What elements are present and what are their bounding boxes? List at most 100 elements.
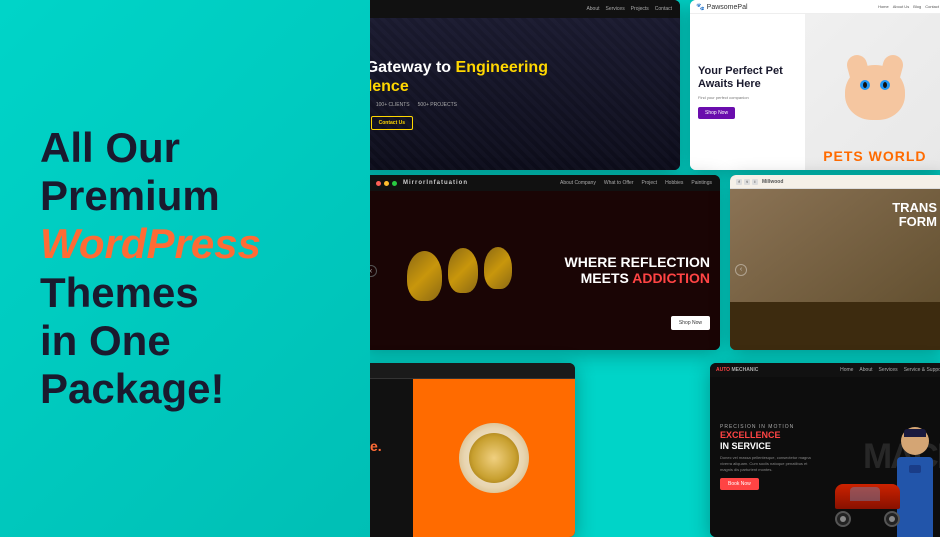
car-wheel-rear [884,511,900,527]
mirror-nav-1: About Company [560,180,596,186]
main-headline: All Our Premium WordPress Themes in One … [40,124,330,414]
mirror-highlight: ADDICTION [632,271,710,287]
dot-green [392,181,397,186]
cat-face [845,65,905,120]
car-body [835,484,900,509]
interior-headline: TRANS FORM [892,201,937,230]
mirror-nav-5: Paintings [691,180,712,186]
car-wheels [835,511,900,527]
headline-wordpress: WordPress [40,220,261,267]
food-plate [459,423,529,493]
headline-line1: All Our Premium [40,124,220,219]
recipe-title: Taste the Magic in Every Bite, Every Tim… [370,421,401,455]
car-windshield [850,487,880,501]
pets-nav-links: Home About Us Blog Contact [878,4,939,9]
mirror-images [370,191,558,350]
pets-right-image: PETS WORLD [805,14,940,170]
left-panel: All Our Premium WordPress Themes in One … [0,0,370,537]
recipe-lets: LET'S [370,409,401,415]
engineering-highlight: EngineeringExcellence [370,59,548,95]
eng-stat-2: 100+ CLIENTS [376,102,410,108]
mirror-card[interactable]: MirrorInfatuation About Company What to … [370,175,720,350]
auto-title-line2: IN SERVICE [720,441,771,451]
right-panel: DigiBell About Services Projects Contact… [370,0,940,537]
eng-nav-1: About [586,6,599,12]
auto-left-content: PRECISION IN MOTION EXCELLENCE IN SERVIC… [710,377,830,537]
engineering-buttons: View More Contact Us [370,116,664,130]
auto-right-content: MACH [830,377,940,537]
mirror-title-line2: MEETS ADDICTION [581,271,710,287]
recipe-card[interactable]: RECIPE Home Register Now Main Highlights… [370,363,575,537]
mirror-nav-3: Project [642,180,658,186]
pets-world-text: PETS WORLD [805,148,940,164]
engineering-card[interactable]: DigiBell About Services Projects Contact… [370,0,680,170]
auto-description: Donec vel massa pellentesque, consectetu… [720,455,820,472]
mirror-shape-3 [484,247,512,289]
auto-card[interactable]: AUTO MECHANIC Home About Services Servic… [710,363,940,537]
mirror-logo: MirrorInfatuation [403,180,468,186]
mirror-nav-2: What to Offer [604,180,634,186]
pets-nav-3: Blog [913,4,921,9]
engineering-stats: AWARD WINNING 100+ CLIENTS 500+ PROJECTS [370,102,664,108]
social-twitter[interactable]: t [744,179,750,185]
auto-book-btn[interactable]: Book Now [720,478,759,490]
car-shape [835,484,900,527]
social-facebook[interactable]: f [736,179,742,185]
mirror-headline: WHERE REFLECTION MEETS ADDICTION [565,254,710,288]
pets-nav-4: Contact [925,4,939,9]
eng-nav-2: Services [606,6,625,12]
eng-stat-3: 500+ PROJECTS [418,102,457,108]
auto-nav-4: Service & Support [904,367,940,373]
cat-eye-left [860,80,870,90]
food-mound [469,433,519,483]
pets-left-content: Your Perfect Pet Awaits Here Find your p… [690,14,805,170]
dot-yellow [384,181,389,186]
auto-logo-red: AUTO [716,367,730,373]
eng-nav-4: Contact [655,6,672,12]
mechanic-head [901,427,929,455]
interior-logo: Millwood [762,179,783,185]
pets-navbar: 🐾 PawsomePal Home About Us Blog Contact [690,0,940,14]
engineering-title: Your Gateway to EngineeringExcellence [370,58,664,96]
engineering-navbar: DigiBell About Services Projects Contact [370,0,680,18]
interior-card[interactable]: f t i Millwood TRANS FORM ‹ [730,175,940,350]
engineering-contact-btn[interactable]: Contact Us [371,116,413,130]
recipe-body: LET'S Taste the Magic in Every Bite, Eve… [370,379,575,537]
social-instagram[interactable]: i [752,179,758,185]
recipe-left-content: LET'S Taste the Magic in Every Bite, Eve… [370,379,413,537]
pets-nav-1: Home [878,4,889,9]
screenshot-grid: DigiBell About Services Projects Contact… [370,0,940,537]
mirror-nav-links: About Company What to Offer Project Hobb… [560,180,712,186]
eng-nav-3: Projects [631,6,649,12]
interior-subtitle: FORM [899,214,937,229]
mirror-window-dots [376,181,397,186]
recipe-food-image [413,379,575,537]
engineering-hero: Your Gateway to EngineeringExcellence AW… [370,18,680,170]
mirror-navbar: MirrorInfatuation About Company What to … [370,175,720,191]
mirror-nav-4: Hobbies [665,180,683,186]
pets-card[interactable]: 🐾 PawsomePal Home About Us Blog Contact … [690,0,940,170]
auto-nav-3: Services [879,367,898,373]
pets-shop-btn[interactable]: Shop Now [698,107,735,119]
auto-nav-links: Home About Services Service & Support [840,367,940,373]
food-icons [370,465,401,483]
cat-eye-right [880,80,890,90]
interior-arrow-left[interactable]: ‹ [735,264,747,276]
mirror-title-line1: WHERE REFLECTION [565,254,710,270]
mechanic-body [897,457,933,537]
headline-themes: Themes [40,269,199,316]
interior-social-icons: f t i [736,179,758,185]
auto-title-highlight: EXCELLENCE [720,430,781,440]
auto-nav-1: Home [840,367,853,373]
mirror-shape-1 [407,251,442,301]
pets-body: Your Perfect Pet Awaits Here Find your p… [690,14,940,170]
main-container: All Our Premium WordPress Themes in One … [0,0,940,537]
pets-cat-image [805,14,940,170]
interior-navbar: f t i Millwood [730,175,940,189]
engineering-nav-items: About Services Projects Contact [586,6,672,12]
mirror-hero: ‹ WHERE REFLECTION MEETS ADDICTION Shop … [370,191,720,350]
auto-logo: AUTO MECHANIC [716,367,758,373]
car-wheel-front [835,511,851,527]
pets-title: Your Perfect Pet Awaits Here [698,65,797,91]
mirror-shop-btn[interactable]: Shop Now [671,316,710,330]
